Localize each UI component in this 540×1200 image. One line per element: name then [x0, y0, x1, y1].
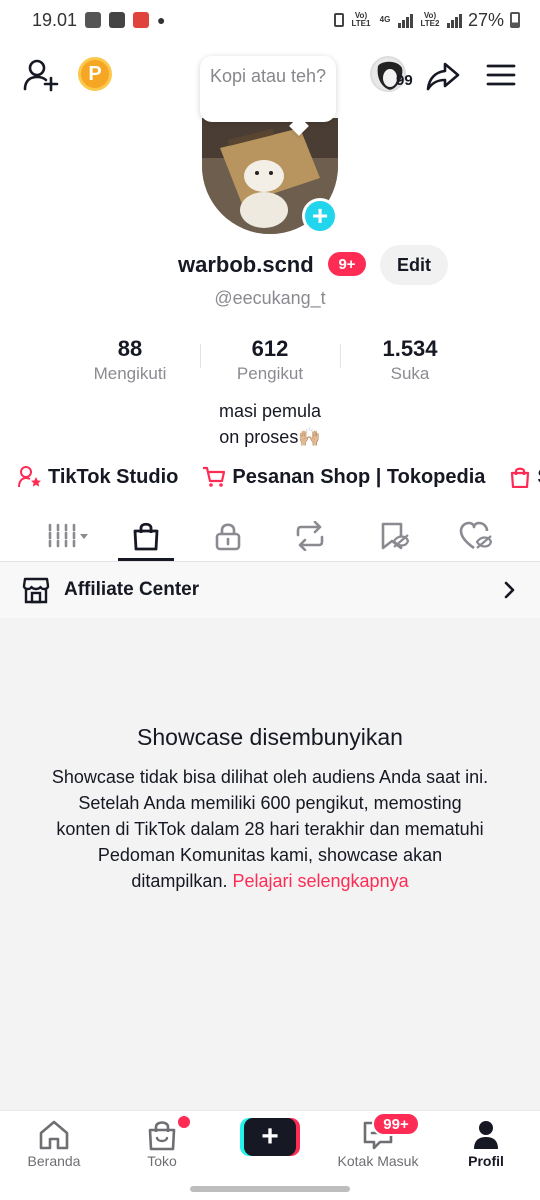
- hidden-heart-icon: [459, 521, 493, 550]
- username: @eecukang_t: [214, 288, 326, 308]
- likes-stat[interactable]: 1.534 Suka: [340, 336, 480, 386]
- likes-label: Suka: [390, 364, 430, 383]
- home-icon: [39, 1120, 69, 1150]
- showcase-title: Showcase disembunyikan: [137, 724, 403, 750]
- learn-more-link[interactable]: Pelajari selengkapnya: [232, 871, 408, 891]
- nav-inbox-label: Kotak Masuk: [337, 1153, 419, 1169]
- active-tab-indicator: [118, 558, 174, 561]
- share-icon: [426, 62, 460, 91]
- shop-notification-dot: [178, 1116, 190, 1128]
- home-indicator[interactable]: [190, 1186, 350, 1192]
- affiliate-center-label: Affiliate Center: [64, 579, 200, 600]
- coin-letter: P: [88, 62, 102, 85]
- note-text: Kopi atau teh?: [209, 66, 327, 86]
- nav-home[interactable]: Beranda: [4, 1111, 104, 1171]
- hamburger-icon: [486, 64, 516, 86]
- tab-reposts[interactable]: [280, 510, 340, 562]
- inbox-badge: 99+: [372, 1112, 420, 1136]
- plus-icon: +: [311, 200, 329, 231]
- tiktok-studio-link[interactable]: TikTok Studio: [18, 466, 178, 489]
- network-1-label: Vo) LTE1: [351, 11, 371, 28]
- menu-button[interactable]: [484, 58, 518, 92]
- lock-icon: [215, 523, 241, 551]
- gallery-icon: [85, 12, 102, 28]
- showcase-description: Showcase tidak bisa dilihat oleh audiens…: [50, 764, 490, 894]
- status-time: 19.01: [32, 9, 78, 30]
- profile-shortcuts: TikTok Studio Pesanan Shop | Tokopedia S…: [18, 460, 540, 494]
- affiliate-center-row[interactable]: Affiliate Center: [0, 562, 540, 618]
- following-label: Mengikuti: [93, 364, 167, 383]
- nav-shop[interactable]: Toko: [112, 1111, 212, 1171]
- shop-bag-icon: [148, 1121, 176, 1151]
- following-count: 88: [117, 336, 143, 361]
- following-stat[interactable]: 88 Mengikuti: [60, 336, 200, 386]
- tiktok-studio-label: TikTok Studio: [48, 465, 179, 488]
- edit-profile-button[interactable]: Edit: [380, 245, 448, 285]
- studio-icon: [18, 466, 41, 488]
- plus-icon: +: [244, 1118, 296, 1156]
- bio-line-2: on proses🙌🏼: [219, 427, 321, 447]
- likes-count: 1.534: [382, 336, 438, 361]
- nav-shop-label: Toko: [147, 1153, 177, 1169]
- share-profile-button[interactable]: [424, 57, 462, 95]
- hidden-bookmark-icon: [381, 522, 410, 550]
- tab-showcase[interactable]: [116, 510, 176, 562]
- battery-icon: [510, 12, 520, 28]
- profile-icon: [474, 1121, 498, 1149]
- coin-icon: P: [78, 57, 112, 91]
- shop-orders-link[interactable]: Pesanan Shop | Tokopedia: [202, 466, 485, 489]
- notification-badge[interactable]: 9+: [328, 252, 366, 276]
- nav-profile-label: Profil: [468, 1153, 504, 1169]
- repost-icon: [296, 521, 324, 551]
- status-bar: 19.01 ● Vo) LTE1 4G Vo) LTE2 27%: [0, 0, 540, 40]
- tab-liked[interactable]: [446, 510, 506, 562]
- followers-stat[interactable]: 612 Pengikut: [200, 336, 340, 386]
- bag-icon: [511, 467, 530, 488]
- signal-2-icon: [446, 12, 462, 28]
- battery-level: 27%: [467, 9, 504, 30]
- followers-label: Pengikut: [236, 364, 304, 383]
- tab-private[interactable]: [198, 510, 258, 562]
- network-3-label: Vo) LTE2: [420, 11, 440, 28]
- status-left: 19.01 ●: [32, 10, 166, 31]
- battery-saver-icon: [333, 13, 344, 27]
- note-bubble[interactable]: Kopi atau teh?: [200, 56, 336, 122]
- add-user-icon: [23, 59, 59, 92]
- followers-count: 612: [251, 336, 289, 361]
- status-right: Vo) LTE1 4G Vo) LTE2 27%: [333, 9, 520, 31]
- p-app-icon: [109, 12, 126, 28]
- shop-app-icon: [133, 12, 150, 28]
- more-notifications-icon: ●: [157, 12, 166, 28]
- shop-orders-label: Pesanan Shop | Tokopedia: [232, 465, 486, 488]
- store-icon: [22, 577, 50, 604]
- coins-button[interactable]: P: [78, 57, 112, 91]
- cart-icon: [203, 466, 226, 487]
- tab-favorites[interactable]: [364, 510, 424, 562]
- signal-1-icon: [397, 12, 413, 28]
- nav-home-label: Beranda: [27, 1153, 81, 1169]
- nav-profile[interactable]: Profil: [436, 1111, 536, 1171]
- grid-dropdown-icon: [48, 523, 88, 549]
- third-shortcut-link[interactable]: Sl: [509, 466, 540, 489]
- tab-videos[interactable]: [38, 510, 98, 562]
- display-name: warbob.scnd: [178, 252, 314, 277]
- chevron-right-icon: [504, 581, 515, 599]
- profile-tabs: [0, 510, 540, 562]
- bio: masi pemula on proses🙌🏼: [0, 398, 540, 450]
- add-friend-button[interactable]: [22, 56, 60, 94]
- create-button[interactable]: +: [240, 1118, 300, 1156]
- showcase-empty-state: Showcase disembunyikan Showcase tidak bi…: [0, 618, 540, 1110]
- network-2-label: 4G: [379, 15, 391, 24]
- story-count: 99: [396, 72, 413, 89]
- bio-line-1: masi pemula: [218, 401, 322, 421]
- profile-stats: 88 Mengikuti 612 Pengikut 1.534 Suka: [60, 336, 480, 386]
- add-story-button[interactable]: +: [302, 198, 338, 234]
- shopping-bag-icon: [133, 522, 159, 551]
